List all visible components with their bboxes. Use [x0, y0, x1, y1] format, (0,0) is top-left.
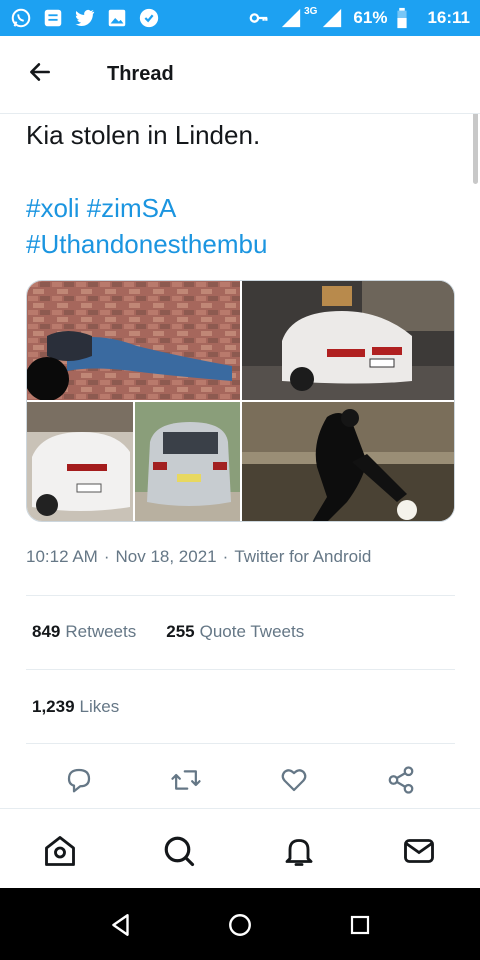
likes-stat[interactable]: 1,239 Likes — [32, 697, 119, 717]
meta-separator: · — [222, 547, 229, 566]
retweets-stat[interactable]: 849 Retweets — [32, 622, 136, 642]
retweets-label: Retweets — [65, 622, 137, 641]
home-icon — [45, 836, 75, 866]
likes-count: 1,239 — [32, 697, 75, 716]
system-back-button[interactable] — [106, 910, 136, 940]
stats-row-likes: 1,239 Likes — [32, 697, 119, 717]
triangle-back-icon — [112, 914, 129, 936]
nav-search[interactable] — [159, 831, 199, 871]
bell-icon — [285, 839, 313, 866]
share-button[interactable] — [383, 762, 419, 798]
twitter-icon — [74, 7, 96, 29]
heart-icon — [281, 769, 307, 792]
retweet-icon — [171, 770, 201, 790]
reply-icon — [67, 768, 91, 793]
notification-app-icon — [138, 7, 160, 29]
nav-notifications[interactable] — [279, 831, 319, 871]
mail-icon — [404, 839, 434, 863]
nav-home[interactable] — [40, 831, 80, 871]
tweet-text-line: Kia stolen in Linden. — [26, 120, 261, 150]
network-type: 3G — [304, 5, 318, 17]
retweet-button[interactable] — [168, 762, 204, 798]
bottom-navigation — [0, 808, 480, 888]
signal-icon-2 — [319, 7, 345, 29]
arrow-left-icon — [27, 59, 53, 90]
media-photo-audi-rear[interactable] — [27, 402, 133, 521]
tweet-actions — [0, 760, 480, 806]
quotes-label: Quote Tweets — [199, 622, 305, 641]
divider — [26, 595, 455, 596]
tweet-date: Nov 18, 2021 — [115, 547, 217, 566]
message-icon — [42, 7, 64, 29]
meta-separator: · — [103, 547, 110, 566]
battery-icon — [395, 7, 409, 29]
page-title: Thread — [107, 63, 174, 85]
like-button[interactable] — [276, 762, 312, 798]
divider — [26, 669, 455, 670]
tweet-text: Kia stolen in Linden. — [26, 118, 456, 153]
quotes-stat[interactable]: 255 Quote Tweets — [166, 622, 304, 642]
signal-icon — [278, 7, 304, 29]
search-icon — [164, 836, 195, 867]
system-navigation-bar — [0, 888, 480, 960]
square-recents-icon — [350, 915, 370, 935]
stats-row-retweets: 849 Retweets 255 Quote Tweets — [32, 622, 304, 642]
nav-messages[interactable] — [399, 831, 439, 871]
media-photo-arrest[interactable] — [27, 281, 240, 400]
tweet-hashtags: #xoli #zimSA #Uthandonesthembu — [26, 190, 456, 262]
tweet-meta: 10:12 AM · Nov 18, 2021 · Twitter for An… — [26, 547, 371, 567]
key-icon — [248, 7, 270, 29]
share-icon — [388, 766, 414, 794]
hashtag-link[interactable]: #xoli — [26, 193, 79, 223]
media-photo-audi-garage[interactable] — [242, 281, 454, 400]
circle-home-icon — [229, 914, 251, 936]
retweets-count: 849 — [32, 622, 61, 641]
hashtag-link[interactable]: #Uthandonesthembu — [26, 229, 267, 259]
media-photo-footballer[interactable] — [242, 402, 454, 521]
system-recents-button[interactable] — [345, 910, 375, 940]
tweet-source[interactable]: Twitter for Android — [234, 547, 371, 567]
divider — [26, 743, 455, 744]
status-bar: 3G 61% 16:11 — [0, 0, 480, 36]
clock: 16:11 — [427, 8, 470, 27]
gallery-icon — [106, 7, 128, 29]
hashtag-link[interactable]: #zimSA — [87, 193, 177, 223]
battery-percent: 61% — [353, 8, 388, 27]
back-button[interactable] — [0, 36, 80, 114]
quotes-count: 255 — [166, 622, 195, 641]
top-app-bar: Thread — [0, 36, 480, 114]
tweet-media-grid — [26, 280, 455, 522]
likes-label: Likes — [79, 697, 120, 716]
reply-button[interactable] — [61, 762, 97, 798]
media-photo-kia[interactable] — [135, 402, 240, 521]
whatsapp-icon — [10, 7, 32, 29]
tweet-time: 10:12 AM — [26, 547, 98, 566]
system-home-button[interactable] — [225, 910, 255, 940]
